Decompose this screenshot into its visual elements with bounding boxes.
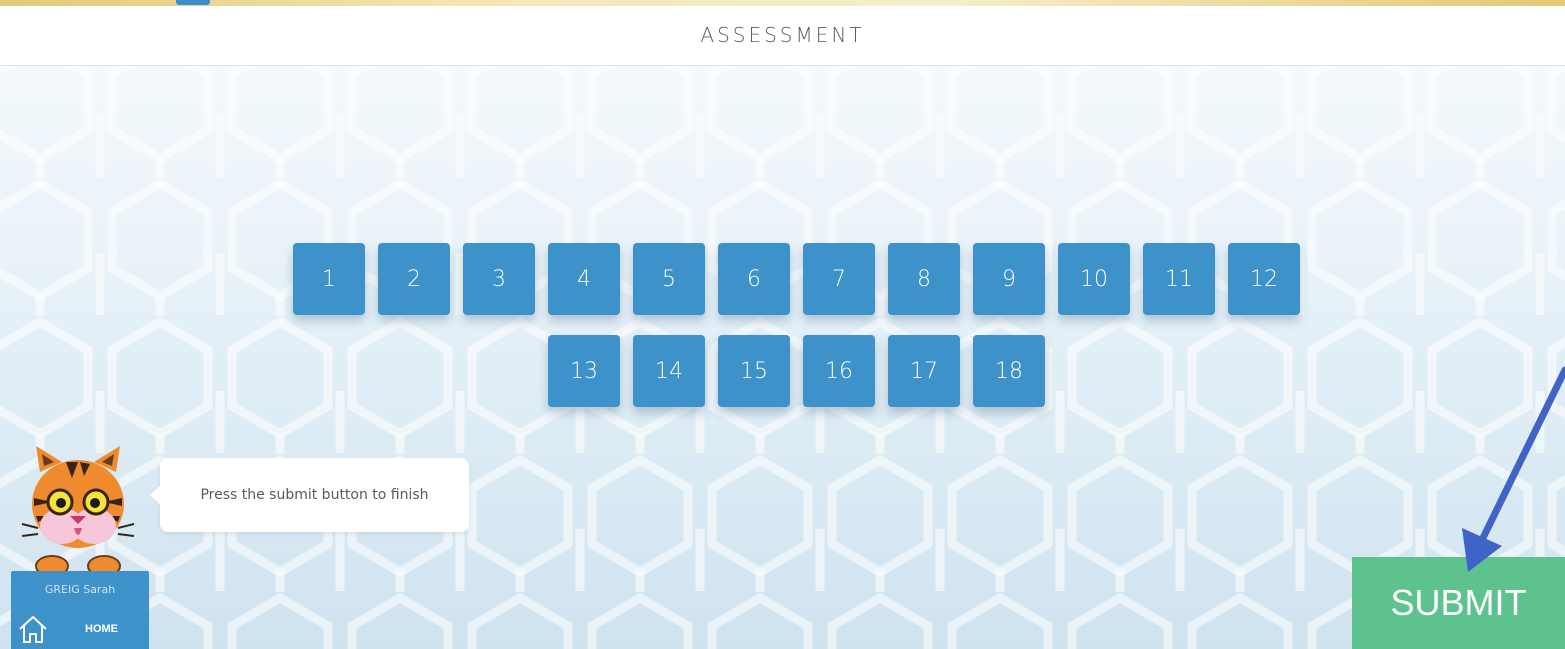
question-button-11[interactable]: 11 [1143, 243, 1215, 315]
question-button-2[interactable]: 2 [378, 243, 450, 315]
user-panel: GREIG Sarah HOME [11, 571, 149, 649]
question-button-3[interactable]: 3 [463, 243, 535, 315]
user-name: GREIG Sarah [44, 583, 116, 596]
question-button-5[interactable]: 5 [633, 243, 705, 315]
question-button-13[interactable]: 13 [548, 335, 620, 407]
question-button-9[interactable]: 9 [973, 243, 1045, 315]
question-grid: 1 2 3 4 5 6 7 8 9 10 11 12 13 14 15 16 1… [0, 0, 1565, 649]
hint-speech-bubble: Press the submit button to finish [150, 458, 469, 532]
question-button-4[interactable]: 4 [548, 243, 620, 315]
question-button-17[interactable]: 17 [888, 335, 960, 407]
question-button-12[interactable]: 12 [1228, 243, 1300, 315]
question-button-16[interactable]: 16 [803, 335, 875, 407]
tiger-mascot-icon [21, 446, 135, 577]
question-button-14[interactable]: 14 [633, 335, 705, 407]
question-button-10[interactable]: 10 [1058, 243, 1130, 315]
home-icon [19, 615, 47, 643]
home-label: HOME [85, 623, 118, 635]
hint-text: Press the submit button to finish [200, 487, 429, 503]
question-button-8[interactable]: 8 [888, 243, 960, 315]
question-button-1[interactable]: 1 [293, 243, 365, 315]
question-button-7[interactable]: 7 [803, 243, 875, 315]
question-button-15[interactable]: 15 [718, 335, 790, 407]
question-button-18[interactable]: 18 [973, 335, 1045, 407]
question-button-6[interactable]: 6 [718, 243, 790, 315]
annotation-arrow [1462, 366, 1565, 572]
home-button[interactable]: HOME [11, 609, 149, 649]
